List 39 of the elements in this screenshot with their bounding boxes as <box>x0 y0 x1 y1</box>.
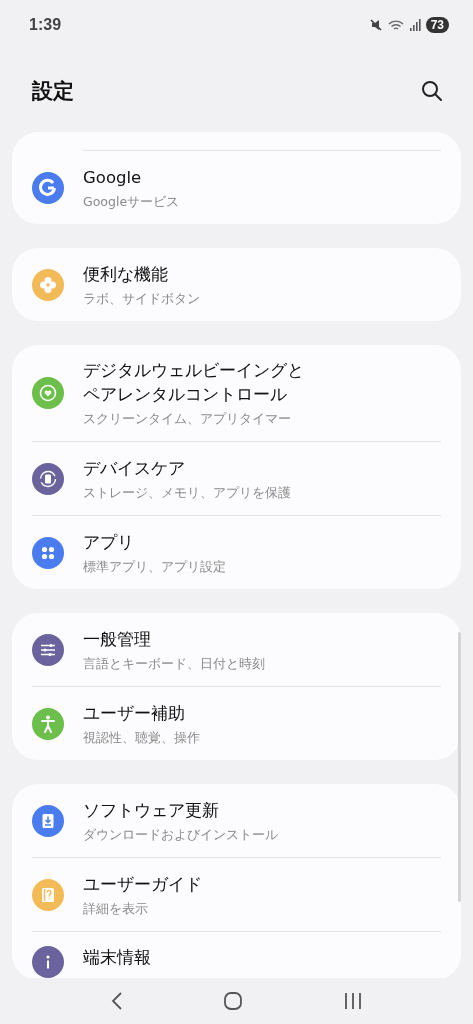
signal-icon <box>408 19 421 31</box>
back-icon <box>109 991 124 1011</box>
settings-item[interactable]: デバイスケア ストレージ、メモリ、アプリを保護 <box>32 441 441 515</box>
search-icon <box>421 80 443 102</box>
item-title: デジタルウェルビーイングとペアレンタルコントロール <box>83 360 305 406</box>
item-title: 便利な機能 <box>83 263 169 286</box>
item-subtitle: 視認性、聴覚、操作 <box>83 728 200 746</box>
settings-item[interactable]: ユーザーガイド 詳細を表示 <box>32 857 441 931</box>
item-subtitle: ダウンロードおよびインストール <box>83 825 278 843</box>
home-icon <box>223 991 244 1011</box>
item-subtitle: ストレージ、メモリ、アプリを保護 <box>83 483 291 501</box>
item-subtitle: Googleサービス <box>83 192 180 210</box>
settings-item[interactable]: Google Googleサービス <box>32 151 441 224</box>
item-subtitle: ラボ、サイドボタン <box>83 289 200 307</box>
item-subtitle: 詳細を表示 <box>83 899 149 917</box>
item-title: Google <box>83 166 143 189</box>
settings-item[interactable]: アプリ 標準アプリ、アプリ設定 <box>32 515 441 589</box>
item-subtitle: 言語とキーボード、日付と時刻 <box>83 654 265 672</box>
item-title: ユーザー補助 <box>83 702 186 725</box>
item-title: ユーザーガイド <box>83 873 202 896</box>
settings-item[interactable]: ユーザー補助 視認性、聴覚、操作 <box>32 686 441 760</box>
wifi-icon <box>387 18 404 32</box>
item-title: 端末情報 <box>83 947 151 969</box>
battery-level: 73 <box>425 17 449 33</box>
settings-item[interactable]: ソフトウェア更新 ダウンロードおよびインストール <box>32 784 441 857</box>
settings-item[interactable]: 便利な機能 ラボ、サイドボタン <box>32 248 441 321</box>
item-subtitle: 標準アプリ、アプリ設定 <box>83 557 226 575</box>
item-title: アプリ <box>83 531 135 554</box>
item-title: デバイスケア <box>83 457 186 480</box>
settings-item[interactable]: 一般管理 言語とキーボード、日付と時刻 <box>32 613 441 686</box>
settings-item[interactable]: デジタルウェルビーイングとペアレンタルコントロール スクリーンタイム、アプリタイマー <box>32 345 441 441</box>
settings-item[interactable]: 端末情報 <box>32 931 441 978</box>
recents-icon <box>343 992 364 1010</box>
mute-icon <box>368 18 383 32</box>
item-title: ソフトウェア更新 <box>83 799 220 822</box>
item-subtitle: スクリーンタイム、アプリタイマー <box>83 410 292 427</box>
page-title: 設定 <box>32 78 74 105</box>
status-time: 1:39 <box>29 16 62 34</box>
item-title: 一般管理 <box>83 628 152 651</box>
